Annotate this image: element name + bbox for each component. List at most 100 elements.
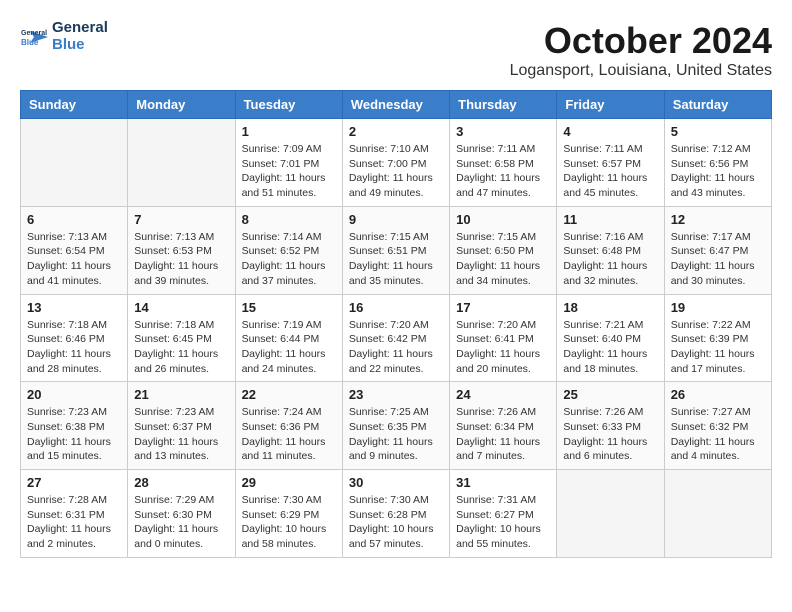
calendar-header-sunday: Sunday [21, 91, 128, 119]
day-info: Sunrise: 7:20 AM Sunset: 6:41 PM Dayligh… [456, 318, 550, 377]
calendar-week-2: 6Sunrise: 7:13 AM Sunset: 6:54 PM Daylig… [21, 206, 772, 294]
calendar-cell: 27Sunrise: 7:28 AM Sunset: 6:31 PM Dayli… [21, 470, 128, 558]
calendar-header-saturday: Saturday [664, 91, 771, 119]
day-info: Sunrise: 7:13 AM Sunset: 6:53 PM Dayligh… [134, 230, 228, 289]
calendar-cell: 7 Sunrise: 7:13 AM Sunset: 6:53 PM Daylig… [128, 206, 235, 294]
day-number: 8 [242, 212, 336, 227]
day-info: Sunrise: 7:18 AM Sunset: 6:45 PM Dayligh… [134, 318, 228, 377]
location-title: Logansport, Louisiana, United States [510, 62, 772, 80]
day-number: 2 [349, 124, 443, 139]
calendar-cell: 25 Sunrise: 7:26 AM Sunset: 6:33 PM Dayli… [557, 382, 664, 470]
calendar-week-5: 27Sunrise: 7:28 AM Sunset: 6:31 PM Dayli… [21, 470, 772, 558]
day-info: Sunrise: 7:30 AM Sunset: 6:28 PM Dayligh… [349, 493, 443, 552]
calendar-cell [128, 119, 235, 207]
day-number: 24 [456, 387, 550, 402]
calendar-cell: 28 Sunrise: 7:29 AM Sunset: 6:30 PM Dayli… [128, 470, 235, 558]
calendar-cell: 3 Sunrise: 7:11 AM Sunset: 6:58 PM Daylig… [450, 119, 557, 207]
calendar-header-monday: Monday [128, 91, 235, 119]
svg-text:General: General [21, 30, 47, 37]
day-number: 23 [349, 387, 443, 402]
day-info: Sunrise: 7:27 AM Sunset: 6:32 PM Dayligh… [671, 405, 765, 464]
calendar-header-tuesday: Tuesday [235, 91, 342, 119]
calendar-cell: 20 Sunrise: 7:23 AM Sunset: 6:38 PM Dayli… [21, 382, 128, 470]
day-number: 29 [242, 475, 336, 490]
day-number: 30 [349, 475, 443, 490]
calendar-cell: 4Sunrise: 7:11 AM Sunset: 6:57 PM Daylig… [557, 119, 664, 207]
day-info: Sunrise: 7:25 AM Sunset: 6:35 PM Dayligh… [349, 405, 443, 464]
calendar-cell: 19Sunrise: 7:22 AM Sunset: 6:39 PM Dayli… [664, 294, 771, 382]
calendar: SundayMondayTuesdayWednesdayThursdayFrid… [20, 90, 772, 558]
calendar-cell: 14 Sunrise: 7:18 AM Sunset: 6:45 PM Dayli… [128, 294, 235, 382]
day-number: 13 [27, 300, 121, 315]
day-number: 7 [134, 212, 228, 227]
calendar-cell: 22Sunrise: 7:24 AM Sunset: 6:36 PM Dayli… [235, 382, 342, 470]
day-number: 28 [134, 475, 228, 490]
calendar-cell: 13 Sunrise: 7:18 AM Sunset: 6:46 PM Dayli… [21, 294, 128, 382]
day-number: 14 [134, 300, 228, 315]
calendar-cell: 16 Sunrise: 7:20 AM Sunset: 6:42 PM Dayli… [342, 294, 449, 382]
day-info: Sunrise: 7:26 AM Sunset: 6:33 PM Dayligh… [563, 405, 657, 464]
day-number: 31 [456, 475, 550, 490]
calendar-cell: 31 Sunrise: 7:31 AM Sunset: 6:27 PM Dayli… [450, 470, 557, 558]
day-info: Sunrise: 7:21 AM Sunset: 6:40 PM Dayligh… [563, 318, 657, 377]
title-area: October 2024 Logansport, Louisiana, Unit… [510, 20, 772, 80]
day-info: Sunrise: 7:31 AM Sunset: 6:27 PM Dayligh… [456, 493, 550, 552]
logo-icon: General Blue [20, 23, 48, 51]
day-number: 26 [671, 387, 765, 402]
day-number: 5 [671, 124, 765, 139]
calendar-cell: 18Sunrise: 7:21 AM Sunset: 6:40 PM Dayli… [557, 294, 664, 382]
day-info: Sunrise: 7:29 AM Sunset: 6:30 PM Dayligh… [134, 493, 228, 552]
day-number: 16 [349, 300, 443, 315]
calendar-cell: 6Sunrise: 7:13 AM Sunset: 6:54 PM Daylig… [21, 206, 128, 294]
calendar-week-4: 20 Sunrise: 7:23 AM Sunset: 6:38 PM Dayli… [21, 382, 772, 470]
day-number: 1 [242, 124, 336, 139]
day-info: Sunrise: 7:14 AM Sunset: 6:52 PM Dayligh… [242, 230, 336, 289]
calendar-cell: 5 Sunrise: 7:12 AM Sunset: 6:56 PM Daylig… [664, 119, 771, 207]
day-info: Sunrise: 7:18 AM Sunset: 6:46 PM Dayligh… [27, 318, 121, 377]
calendar-cell: 12Sunrise: 7:17 AM Sunset: 6:47 PM Dayli… [664, 206, 771, 294]
calendar-cell: 26 Sunrise: 7:27 AM Sunset: 6:32 PM Dayli… [664, 382, 771, 470]
calendar-header-row: SundayMondayTuesdayWednesdayThursdayFrid… [21, 91, 772, 119]
calendar-header-thursday: Thursday [450, 91, 557, 119]
calendar-cell: 9 Sunrise: 7:15 AM Sunset: 6:51 PM Daylig… [342, 206, 449, 294]
calendar-cell [21, 119, 128, 207]
day-info: Sunrise: 7:09 AM Sunset: 7:01 PM Dayligh… [242, 142, 336, 201]
logo: General Blue General Blue [20, 20, 108, 53]
day-number: 11 [563, 212, 657, 227]
calendar-cell: 29 Sunrise: 7:30 AM Sunset: 6:29 PM Dayli… [235, 470, 342, 558]
day-info: Sunrise: 7:15 AM Sunset: 6:51 PM Dayligh… [349, 230, 443, 289]
day-number: 9 [349, 212, 443, 227]
day-number: 3 [456, 124, 550, 139]
day-info: Sunrise: 7:11 AM Sunset: 6:57 PM Dayligh… [563, 142, 657, 201]
day-number: 25 [563, 387, 657, 402]
day-number: 27 [27, 475, 121, 490]
calendar-cell: 21Sunrise: 7:23 AM Sunset: 6:37 PM Dayli… [128, 382, 235, 470]
day-info: Sunrise: 7:23 AM Sunset: 6:38 PM Dayligh… [27, 405, 121, 464]
day-info: Sunrise: 7:12 AM Sunset: 6:56 PM Dayligh… [671, 142, 765, 201]
logo-text-general: General [52, 20, 108, 37]
day-number: 20 [27, 387, 121, 402]
day-info: Sunrise: 7:15 AM Sunset: 6:50 PM Dayligh… [456, 230, 550, 289]
calendar-cell [664, 470, 771, 558]
calendar-cell: 15Sunrise: 7:19 AM Sunset: 6:44 PM Dayli… [235, 294, 342, 382]
day-info: Sunrise: 7:30 AM Sunset: 6:29 PM Dayligh… [242, 493, 336, 552]
calendar-cell: 24 Sunrise: 7:26 AM Sunset: 6:34 PM Dayli… [450, 382, 557, 470]
day-info: Sunrise: 7:10 AM Sunset: 7:00 PM Dayligh… [349, 142, 443, 201]
day-info: Sunrise: 7:17 AM Sunset: 6:47 PM Dayligh… [671, 230, 765, 289]
day-info: Sunrise: 7:26 AM Sunset: 6:34 PM Dayligh… [456, 405, 550, 464]
day-number: 17 [456, 300, 550, 315]
calendar-cell: 11Sunrise: 7:16 AM Sunset: 6:48 PM Dayli… [557, 206, 664, 294]
month-title: October 2024 [510, 20, 772, 62]
calendar-cell: 30 Sunrise: 7:30 AM Sunset: 6:28 PM Dayli… [342, 470, 449, 558]
day-info: Sunrise: 7:11 AM Sunset: 6:58 PM Dayligh… [456, 142, 550, 201]
day-info: Sunrise: 7:20 AM Sunset: 6:42 PM Dayligh… [349, 318, 443, 377]
day-info: Sunrise: 7:24 AM Sunset: 6:36 PM Dayligh… [242, 405, 336, 464]
calendar-cell: 8 Sunrise: 7:14 AM Sunset: 6:52 PM Daylig… [235, 206, 342, 294]
calendar-week-3: 13 Sunrise: 7:18 AM Sunset: 6:46 PM Dayli… [21, 294, 772, 382]
day-info: Sunrise: 7:19 AM Sunset: 6:44 PM Dayligh… [242, 318, 336, 377]
calendar-body: 1 Sunrise: 7:09 AM Sunset: 7:01 PM Daylig… [21, 119, 772, 558]
calendar-header-wednesday: Wednesday [342, 91, 449, 119]
logo-text-blue: Blue [52, 37, 108, 54]
day-info: Sunrise: 7:23 AM Sunset: 6:37 PM Dayligh… [134, 405, 228, 464]
calendar-week-1: 1 Sunrise: 7:09 AM Sunset: 7:01 PM Daylig… [21, 119, 772, 207]
